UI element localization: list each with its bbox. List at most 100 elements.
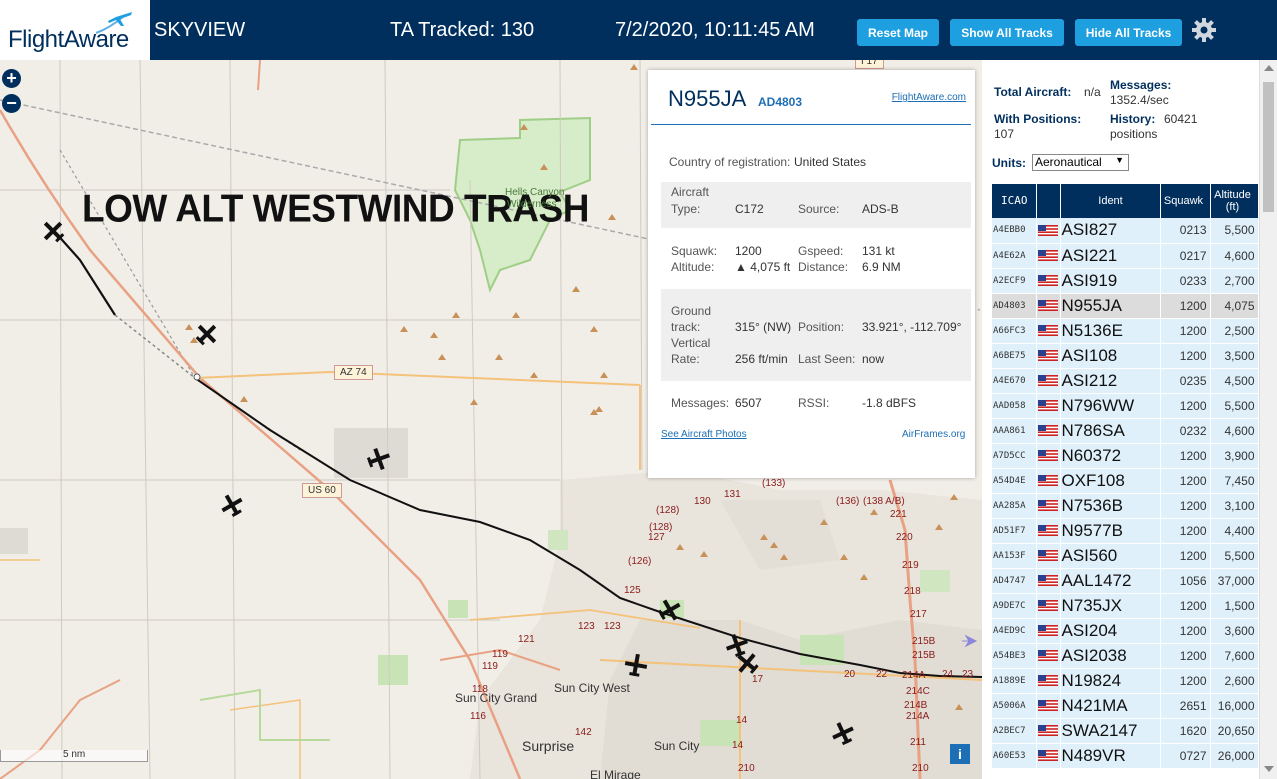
- column-header-flag[interactable]: [1036, 184, 1061, 218]
- flag-cell: [1036, 743, 1061, 769]
- ident-cell: ASI221: [1060, 243, 1161, 269]
- ident-cell: SWA2147: [1060, 718, 1161, 744]
- info-button[interactable]: i: [950, 744, 970, 764]
- total-aircraft-value: n/a: [1084, 85, 1101, 99]
- scroll-thumb[interactable]: [1263, 82, 1274, 212]
- zoom-out-button[interactable]: −: [2, 94, 21, 113]
- show-all-tracks-button[interactable]: Show All Tracks: [950, 19, 1064, 46]
- table-row[interactable]: AD4747 AAL1472 1056 37,000: [992, 568, 1259, 594]
- table-row[interactable]: AA153F ASI560 1200 5,500: [992, 543, 1259, 569]
- altitude-cell: 26,000: [1210, 743, 1259, 769]
- aircraft-icon[interactable]: [219, 492, 245, 518]
- aircraft-icon[interactable]: [194, 321, 220, 347]
- table-row[interactable]: AD51F7 N9577B 1200 4,400: [992, 518, 1259, 544]
- column-header-ident[interactable]: Ident: [1060, 184, 1161, 218]
- flag-cell: [1036, 218, 1061, 244]
- reset-map-button[interactable]: Reset Map: [857, 19, 939, 46]
- icao-cell: A7D5CC: [992, 443, 1037, 469]
- vertical-rate-value: 256 ft/min: [735, 352, 788, 366]
- altitude-cell: 7,450: [1210, 468, 1259, 494]
- column-header-altitude[interactable]: Altitude (ft): [1210, 184, 1259, 218]
- flag-cell: [1036, 243, 1061, 269]
- aircraft-icon[interactable]: [623, 652, 649, 678]
- us-flag-icon: [1038, 474, 1058, 486]
- zoom-in-button[interactable]: +: [2, 69, 21, 88]
- rssi-label: RSSI:: [798, 396, 830, 410]
- rssi-value: -1.8 dBFS: [862, 396, 917, 410]
- aircraft-icon[interactable]: [734, 650, 760, 676]
- table-row[interactable]: AA285A N7536B 1200 3,100: [992, 493, 1259, 519]
- aircraft-icon[interactable]: [366, 446, 392, 472]
- icao-cell: AAD058: [992, 393, 1037, 419]
- hide-all-tracks-button[interactable]: Hide All Tracks: [1075, 19, 1182, 46]
- table-row[interactable]: A6BE75 ASI108 1200 3,500: [992, 343, 1259, 369]
- icao-cell: AD4803: [992, 293, 1037, 319]
- flightaware-link[interactable]: FlightAware.com: [892, 92, 966, 103]
- road-number: 214A: [902, 670, 926, 681]
- last-seen-value: now: [862, 352, 885, 366]
- us-flag-icon: [1038, 749, 1058, 761]
- altitude-cell: 5,500: [1210, 543, 1259, 569]
- table-row[interactable]: A2BEC7 SWA2147 1620 20,650: [992, 718, 1259, 744]
- table-row[interactable]: A66FC3 N5136E 1200 2,500: [992, 318, 1259, 344]
- ident-cell: ASI919: [1060, 268, 1161, 294]
- aircraft-type-label: Type:: [671, 202, 701, 216]
- messages-value: 1352.4/sec: [1110, 93, 1169, 107]
- sidebar-scrollbar[interactable]: [1259, 60, 1277, 779]
- airframes-link[interactable]: AirFrames.org: [902, 429, 965, 440]
- icao-cell: A2ECF9: [992, 268, 1037, 294]
- table-row[interactable]: A9DE7C N735JX 1200 1,500: [992, 593, 1259, 619]
- squawk-cell: 1200: [1160, 543, 1211, 569]
- table-row[interactable]: AAD058 N796WW 1200 5,500: [992, 393, 1259, 419]
- road-number: 131: [724, 489, 741, 500]
- table-row[interactable]: A54D4E OXF108 1200 7,450: [992, 468, 1259, 494]
- aircraft-icon[interactable]: [830, 720, 856, 746]
- us-flag-icon: [1038, 374, 1058, 386]
- table-row[interactable]: A7D5CC N60372 1200 3,900: [992, 443, 1259, 469]
- flightaware-logo[interactable]: FlightAware: [0, 0, 150, 60]
- road-number: 14: [736, 715, 748, 726]
- aircraft-icon[interactable]: [657, 597, 683, 623]
- squawk-cell: 1200: [1160, 318, 1211, 344]
- scroll-up-arrow-icon[interactable]: [1264, 65, 1274, 71]
- messages-label: Messages:: [1110, 78, 1172, 92]
- aircraft-icon[interactable]: [40, 218, 66, 244]
- table-row[interactable]: A54BE3 ASI2038 1200 7,600: [992, 643, 1259, 669]
- table-row[interactable]: A60E53 N489VR 0727 26,000: [992, 743, 1259, 769]
- gspeed-label: Gspeed:: [798, 244, 844, 258]
- table-row[interactable]: A2ECF9 ASI919 0233 2,700: [992, 268, 1259, 294]
- column-header-squawk[interactable]: Squawk: [1160, 184, 1211, 218]
- altitude-value: ▲ 4,075 ft: [735, 260, 791, 274]
- altitude-cell: 16,000: [1210, 693, 1259, 719]
- us-flag-icon: [1038, 649, 1058, 661]
- scroll-down-arrow-icon[interactable]: [1264, 766, 1274, 772]
- table-row[interactable]: A4E62A ASI221 0217 4,600: [992, 243, 1259, 269]
- altitude-label: Altitude:: [671, 260, 715, 274]
- column-header-icao[interactable]: ICAO: [992, 184, 1037, 218]
- source-value: ADS-B: [862, 202, 899, 216]
- table-row[interactable]: A4ED9C ASI204 1200 3,600: [992, 618, 1259, 644]
- altitude-cell: 4,600: [1210, 418, 1259, 444]
- squawk-cell: 1200: [1160, 618, 1211, 644]
- table-row[interactable]: AD4803 N955JA 1200 4,075: [992, 293, 1259, 319]
- gear-icon[interactable]: [1191, 17, 1217, 43]
- table-row[interactable]: A1889E N19824 1200 2,600: [992, 668, 1259, 694]
- icao-cell: AAA861: [992, 418, 1037, 444]
- icao-cell: A66FC3: [992, 318, 1037, 344]
- aircraft-photos-link[interactable]: See Aircraft Photos: [661, 429, 747, 440]
- table-row[interactable]: A4EBB0 ASI827 0213 5,500: [992, 218, 1259, 244]
- flag-cell: [1036, 668, 1061, 694]
- ident-cell: OXF108: [1060, 468, 1161, 494]
- vertical-rate-label: Rate:: [671, 352, 700, 366]
- units-select[interactable]: Aeronautical ▼: [1032, 154, 1129, 171]
- ident-cell: ASI827: [1060, 218, 1161, 244]
- icao-cell: A9DE7C: [992, 593, 1037, 619]
- table-row[interactable]: A4E670 ASI212 0235 4,500: [992, 368, 1259, 394]
- table-row[interactable]: A5006A N421MA 2651 16,000: [992, 693, 1259, 719]
- squawk-value: 1200: [735, 244, 762, 258]
- ident-cell: N489VR: [1060, 743, 1161, 769]
- table-row[interactable]: AAA861 N786SA 0232 4,600: [992, 418, 1259, 444]
- map-scale-bar: 5 nm: [0, 749, 148, 762]
- messages-label: Messages:: [671, 396, 730, 410]
- us-flag-icon: [1038, 699, 1058, 711]
